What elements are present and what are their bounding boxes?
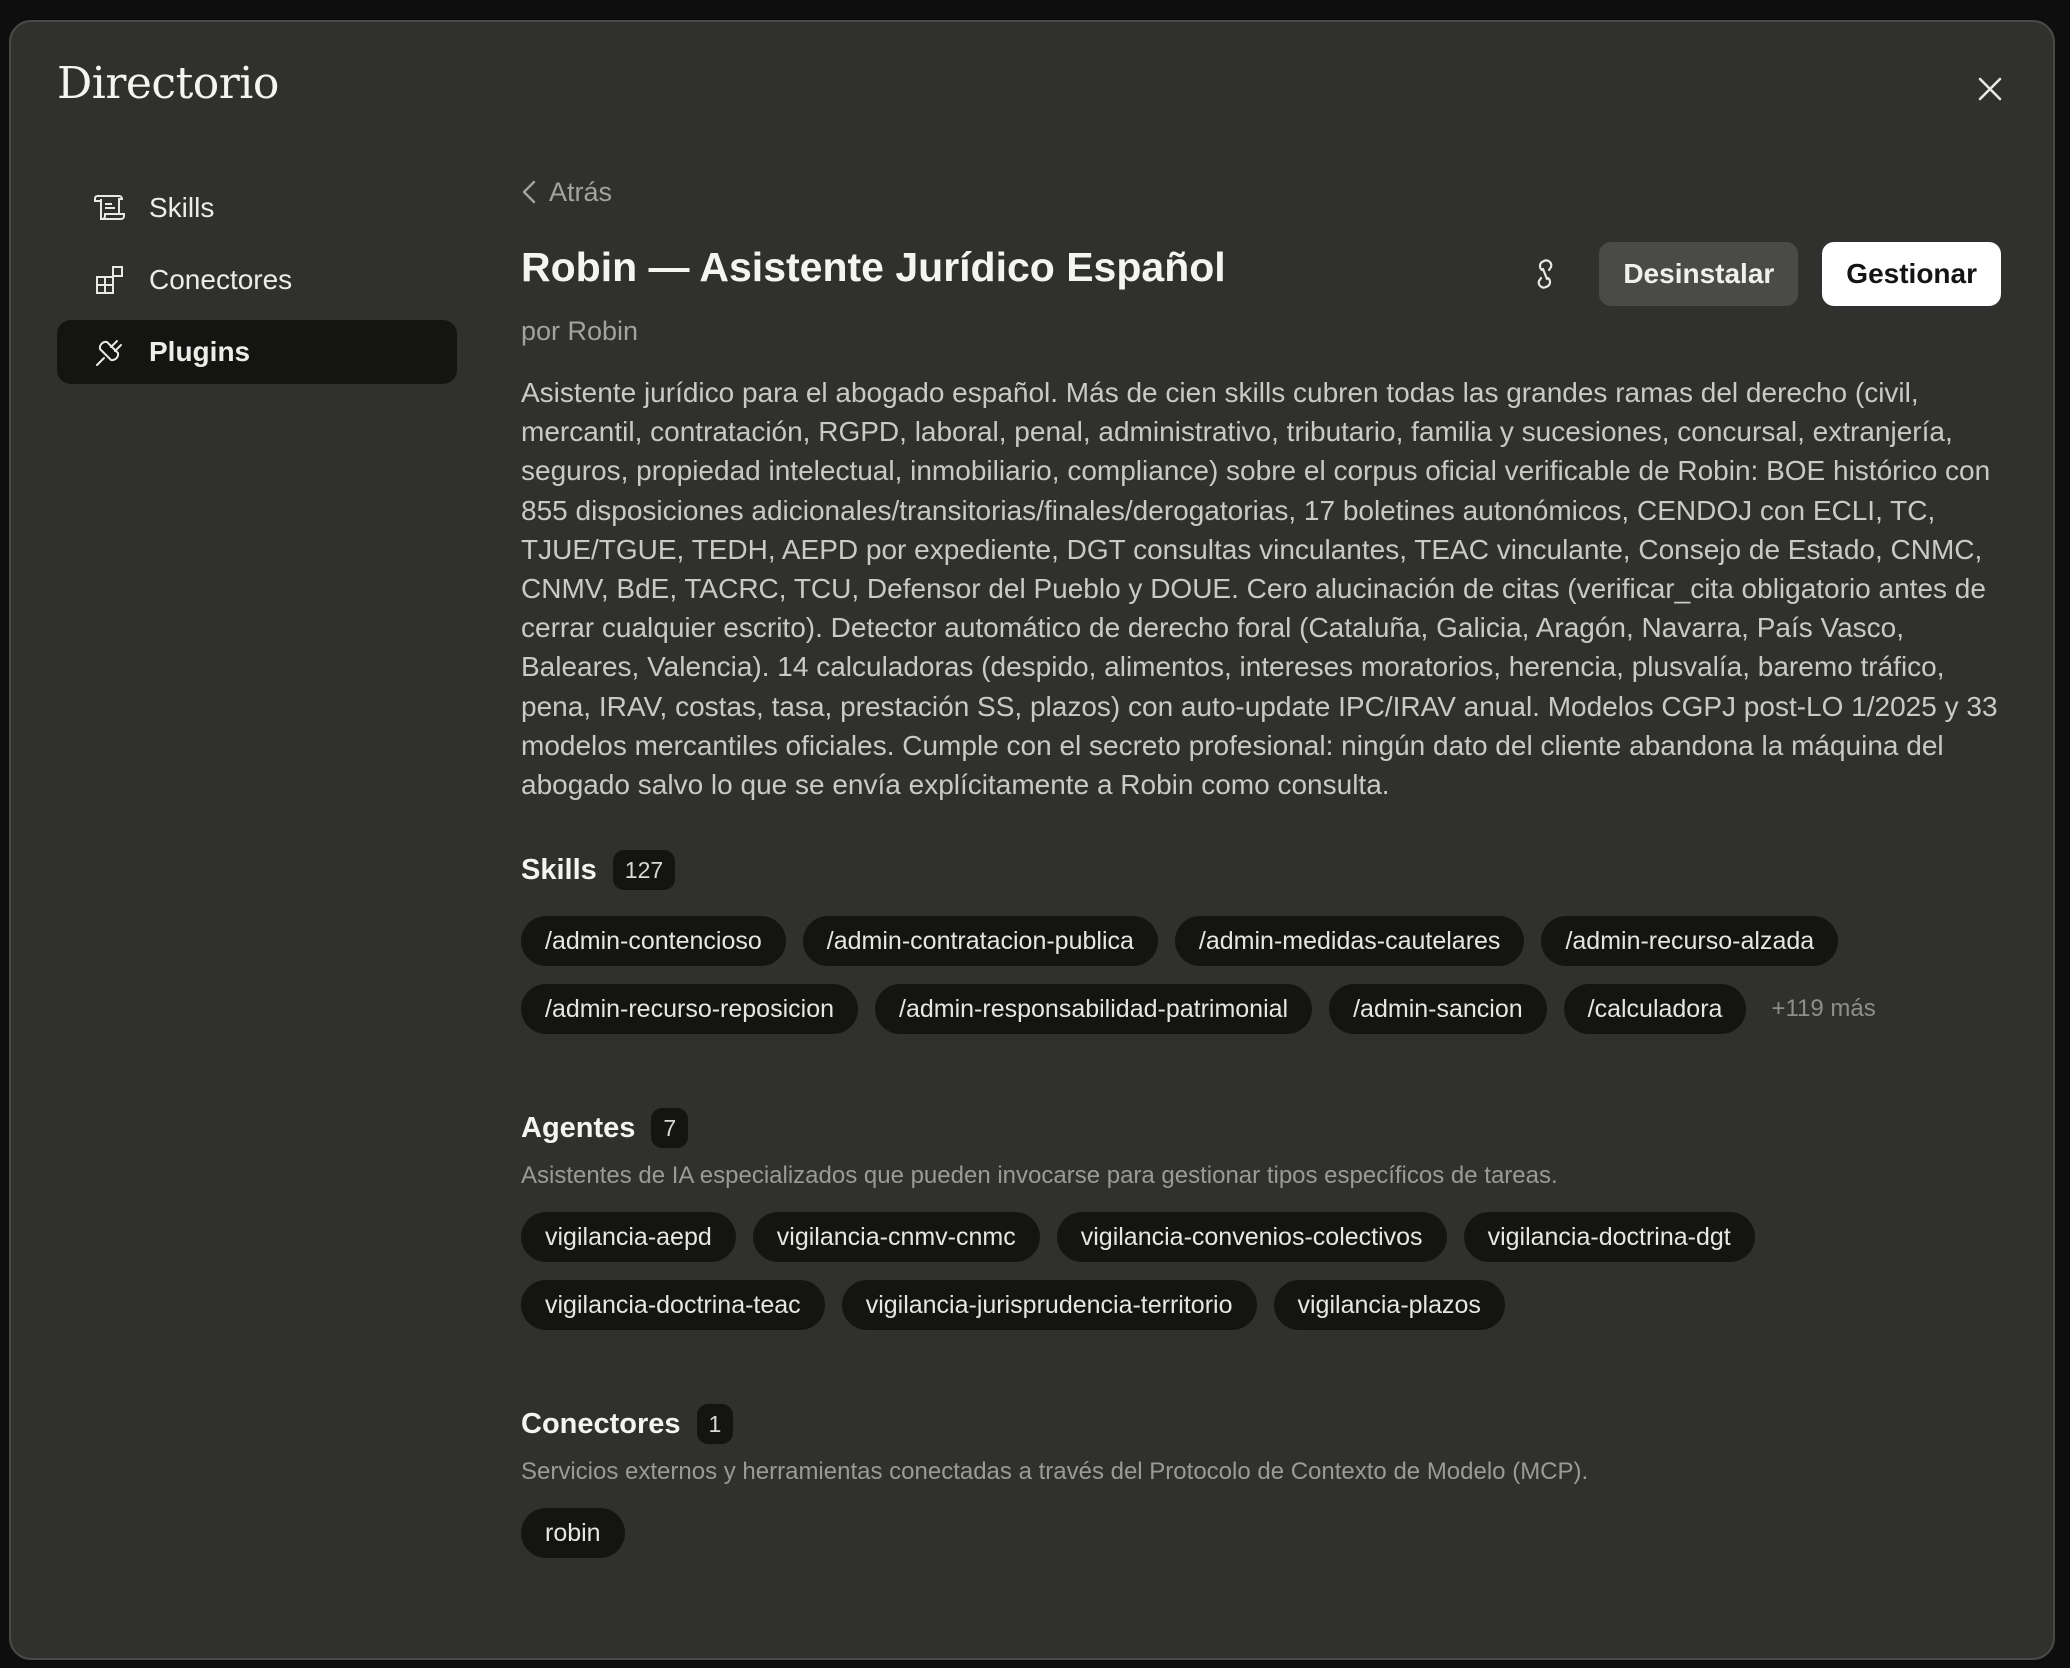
plugin-description: Asistente jurídico para el abogado españ…	[521, 377, 1998, 801]
agent-chip[interactable]: vigilancia-doctrina-dgt	[1463, 1212, 1755, 1263]
skill-chip[interactable]: /admin-responsabilidad-patrimonial	[875, 984, 1313, 1035]
skill-chip[interactable]: /admin-sancion	[1329, 984, 1547, 1035]
agent-chip[interactable]: vigilancia-cnmv-cnmc	[752, 1212, 1040, 1263]
sidebar-item-plugins[interactable]: Plugins	[57, 320, 457, 384]
connectors-section: Conectores 1 Servicios externos y herram…	[521, 1404, 2001, 1559]
agent-chip[interactable]: vigilancia-convenios-colectivos	[1056, 1212, 1447, 1263]
skill-chip[interactable]: /admin-recurso-reposicion	[521, 984, 859, 1035]
agent-chip[interactable]: vigilancia-doctrina-teac	[521, 1280, 825, 1331]
skill-chip[interactable]: /calculadora	[1563, 984, 1747, 1035]
plugin-actions: Desinstalar Gestionar	[1515, 242, 2001, 306]
connector-chip[interactable]: robin	[521, 1508, 625, 1559]
skill-chips: /admin-contencioso /admin-contratacion-p…	[521, 916, 1991, 1035]
agent-chip[interactable]: vigilancia-plazos	[1273, 1280, 1505, 1331]
section-description: Servicios externos y herramientas conect…	[521, 1458, 1589, 1486]
chevron-left-icon	[522, 180, 536, 204]
skills-section: Skills 127 /admin-contencioso /admin-con…	[521, 850, 2001, 1035]
agent-chip[interactable]: vigilancia-aepd	[521, 1212, 736, 1263]
connector-chips: robin	[521, 1508, 1991, 1559]
uninstall-button[interactable]: Desinstalar	[1599, 242, 1799, 306]
plugin-author: por Robin	[521, 316, 639, 346]
agent-chip[interactable]: vigilancia-jurisprudencia-territorio	[841, 1280, 1257, 1331]
count-badge: 7	[651, 1108, 689, 1149]
section-title: Skills	[521, 853, 597, 886]
plug-icon	[96, 340, 122, 366]
skill-chip[interactable]: /admin-contratacion-publica	[802, 916, 1158, 967]
back-label: Atrás	[549, 176, 613, 207]
agents-section: Agentes 7 Asistentes de IA especializado…	[521, 1108, 2001, 1331]
sidebar-item-label: Plugins	[149, 336, 251, 367]
copy-link-button[interactable]	[1515, 244, 1575, 304]
back-link[interactable]: Atrás	[521, 172, 612, 212]
skill-chip[interactable]: /admin-contencioso	[521, 916, 786, 967]
close-button[interactable]	[1967, 66, 2013, 112]
plugin-detail: Atrás Robin — Asistente Jurídico Español…	[521, 172, 2001, 1559]
skill-chip[interactable]: /admin-recurso-alzada	[1541, 916, 1839, 967]
close-icon	[1978, 77, 2002, 101]
blocks-icon	[96, 266, 123, 294]
skill-chip[interactable]: /admin-medidas-cautelares	[1174, 916, 1525, 967]
sidebar-item-connectors[interactable]: Conectores	[57, 248, 457, 312]
section-title: Agentes	[521, 1111, 636, 1144]
plugin-title: Robin — Asistente Jurídico Español	[521, 244, 1226, 290]
title-row: Robin — Asistente Jurídico Español Desin…	[521, 242, 2001, 308]
modal-title: Directorio	[57, 58, 279, 109]
sidebar: Skills Conectores Plugins	[57, 176, 457, 392]
sidebar-item-skills[interactable]: Skills	[57, 176, 457, 240]
scroll-icon	[94, 195, 125, 220]
section-description: Asistentes de IA especializados que pued…	[521, 1162, 1558, 1190]
sidebar-item-label: Conectores	[149, 264, 293, 295]
more-skills-link[interactable]: +119 más	[1771, 995, 1875, 1023]
agent-chips: vigilancia-aepd vigilancia-cnmv-cnmc vig…	[521, 1212, 1991, 1331]
sidebar-item-label: Skills	[149, 192, 215, 223]
count-badge: 1	[696, 1404, 734, 1445]
directory-modal: Directorio Skills Conectores Plugins Atr…	[9, 20, 2055, 1660]
link-icon	[1538, 259, 1553, 289]
count-badge: 127	[612, 850, 676, 891]
manage-button[interactable]: Gestionar	[1822, 242, 2001, 306]
section-title: Conectores	[521, 1407, 681, 1440]
